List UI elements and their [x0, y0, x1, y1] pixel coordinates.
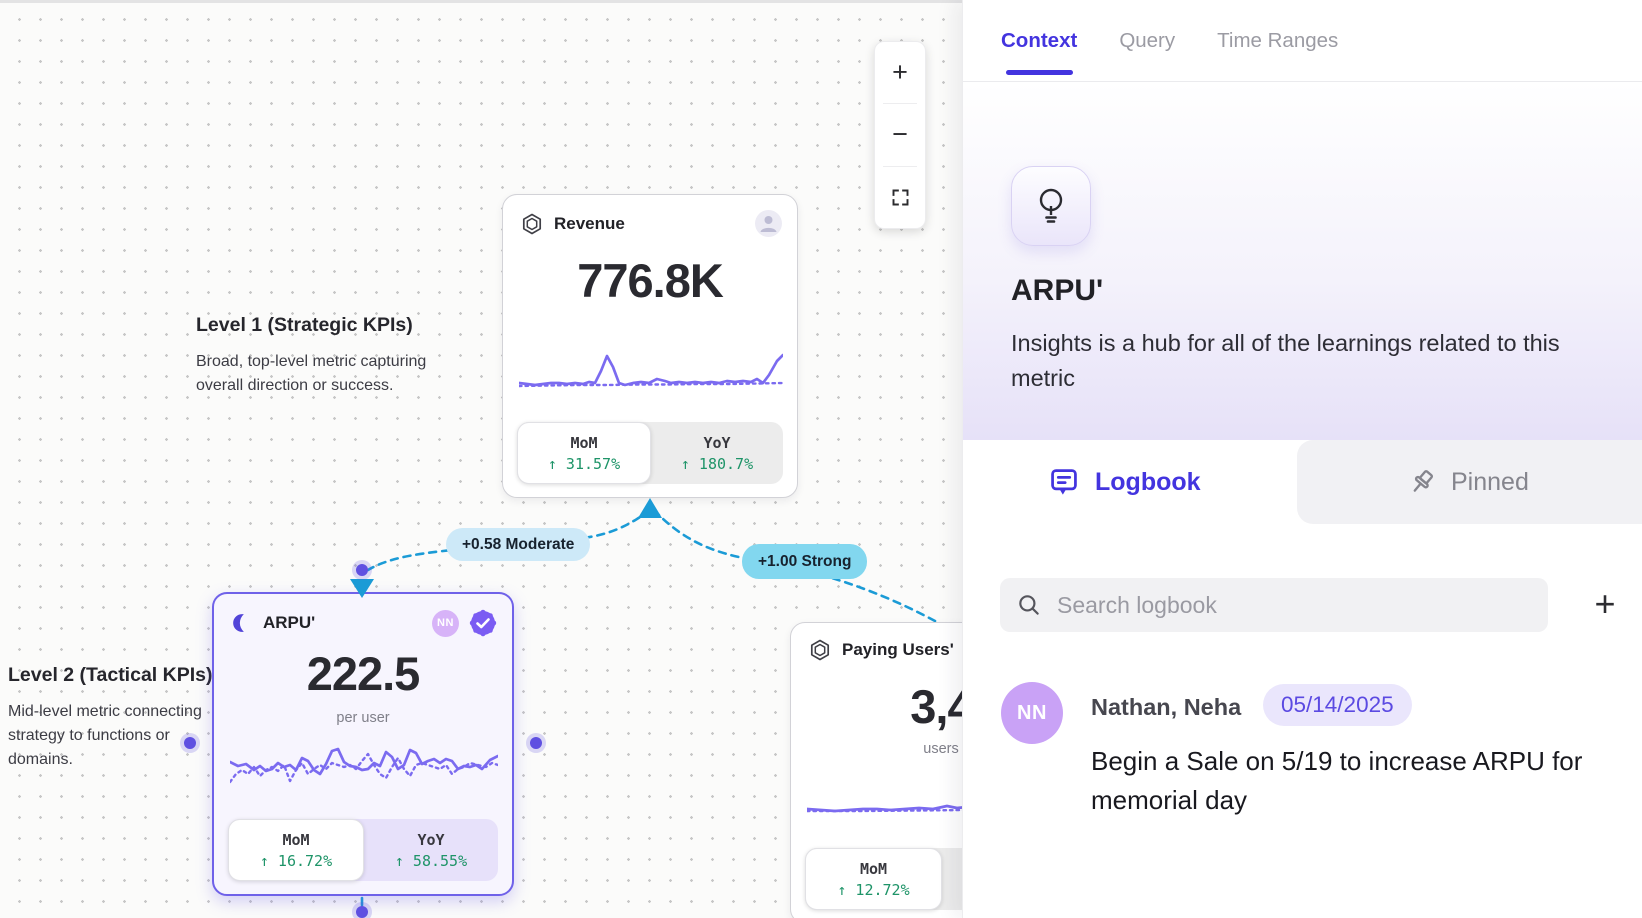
tab-query[interactable]: Query [1119, 0, 1175, 81]
zoom-in-button[interactable]: + [875, 42, 925, 103]
arpu-footer: MoM ↑ 16.72% YoY ↑ 58.55% [228, 819, 498, 881]
logbook-chat-icon [1048, 466, 1080, 498]
context-side-panel: Context Query Time Ranges ARPU' Insights… [962, 0, 1642, 918]
level1-title: Level 1 (Strategic KPIs) [196, 314, 456, 337]
person-icon [755, 210, 782, 237]
lightbulb-icon [1033, 186, 1069, 226]
search-icon [1016, 592, 1042, 618]
entry-message: Begin a Sale on 5/19 to increase ARPU fo… [1091, 742, 1607, 820]
metric-hexagon-icon [520, 212, 544, 236]
revenue-card-title: Revenue [554, 214, 625, 234]
arpu-card-title: ARPU' [263, 613, 315, 633]
entry-date-badge: 05/14/2025 [1263, 684, 1412, 726]
mom-value: ↑ 12.72% [837, 881, 909, 899]
revenue-mom-toggle[interactable]: MoM ↑ 31.57% [517, 422, 651, 484]
tab-pinned[interactable]: Pinned [1297, 440, 1642, 524]
handle-dot-arpu-left[interactable] [184, 737, 196, 749]
arpu-yoy-toggle[interactable]: YoY ↑ 58.55% [364, 819, 498, 881]
entry-author-avatar: NN [1001, 682, 1063, 744]
canvas-top-divider [0, 0, 962, 3]
assignee-avatar-nn[interactable]: NN [432, 610, 459, 637]
arpu-value: 222.5 [214, 646, 512, 701]
yoy-value: ↑ 180.7% [681, 455, 753, 473]
revenue-footer: MoM ↑ 31.57% YoY ↑ 180.7% [517, 422, 783, 484]
pin-icon [1407, 467, 1437, 497]
handle-dot-arpu-right[interactable] [530, 737, 542, 749]
arpu-card-header: ARPU' NN [231, 609, 497, 637]
revenue-yoy-toggle[interactable]: YoY ↑ 180.7% [651, 422, 783, 484]
arrow-into-revenue [638, 498, 662, 518]
paying-users-card-title: Paying Users' [842, 640, 954, 660]
mom-label: MoM [860, 860, 887, 878]
level1-annotation: Level 1 (Strategic KPIs) Broad, top-leve… [196, 314, 456, 398]
metric-node-revenue[interactable]: Revenue 776.8K MoM ↑ 31.57% [502, 194, 798, 498]
revenue-card-header: Revenue [520, 210, 782, 237]
owner-avatar-icon[interactable] [755, 210, 782, 237]
logbook-pinned-tabstrip: Logbook Pinned [963, 440, 1642, 524]
mom-label: MoM [570, 434, 597, 452]
handle-dot-arpu-top[interactable] [356, 564, 368, 576]
edge-label-strong[interactable]: +1.00 Strong [742, 544, 867, 579]
panel-metric-title: ARPU' [1011, 274, 1103, 308]
revenue-value: 776.8K [503, 253, 797, 308]
edge-label-moderate[interactable]: +0.58 Moderate [446, 528, 590, 561]
metric-context-header: ARPU' Insights is a hub for all of the l… [963, 82, 1642, 440]
paying-users-mom-toggle[interactable]: MoM ↑ 12.72% [805, 848, 942, 910]
metric-node-arpu[interactable]: ARPU' NN 222.5 per user [212, 592, 514, 896]
entry-author-name: Nathan, Neha [1091, 694, 1241, 721]
logbook-search[interactable] [1000, 578, 1548, 632]
yoy-label: YoY [417, 831, 444, 849]
logbook-search-input[interactable] [1055, 591, 1532, 620]
yoy-value: ↑ 58.55% [395, 852, 467, 870]
revenue-sparkline [519, 343, 783, 399]
app-window: Level 1 (Strategic KPIs) Broad, top-leve… [0, 0, 1642, 918]
canvas-zoom-toolbar: + − [874, 41, 926, 229]
metric-tree-canvas[interactable]: Level 1 (Strategic KPIs) Broad, top-leve… [0, 0, 962, 918]
logbook-tab-label: Logbook [1095, 468, 1201, 497]
tab-context[interactable]: Context [1001, 0, 1077, 81]
zoom-out-button[interactable]: − [875, 104, 925, 165]
add-logbook-entry-button[interactable]: + [1583, 582, 1627, 626]
tab-logbook[interactable]: Logbook [1048, 440, 1201, 524]
level1-description: Broad, top-level metric capturing overal… [196, 350, 448, 398]
handle-dot-arpu-bottom[interactable] [356, 906, 368, 918]
arpu-mom-toggle[interactable]: MoM ↑ 16.72% [228, 819, 364, 881]
panel-tab-bar: Context Query Time Ranges [963, 0, 1642, 82]
level2-description: Mid-level metric connecting strategy to … [8, 700, 238, 772]
yoy-label: YoY [703, 434, 730, 452]
fullscreen-icon [890, 187, 911, 208]
crescent-icon [231, 612, 253, 634]
metric-hexagon-icon [808, 638, 832, 662]
tab-time-ranges[interactable]: Time Ranges [1217, 0, 1338, 81]
panel-metric-description: Insights is a hub for all of the learnin… [1011, 326, 1581, 396]
insight-tile [1011, 166, 1091, 246]
mom-label: MoM [282, 831, 309, 849]
verified-badge-icon[interactable] [469, 609, 497, 637]
arpu-sparkline [230, 736, 498, 802]
arpu-unit: per user [214, 710, 512, 726]
fit-view-button[interactable] [875, 167, 925, 228]
mom-value: ↑ 31.57% [548, 455, 620, 473]
mom-value: ↑ 16.72% [260, 852, 332, 870]
pinned-tab-label: Pinned [1451, 468, 1529, 497]
